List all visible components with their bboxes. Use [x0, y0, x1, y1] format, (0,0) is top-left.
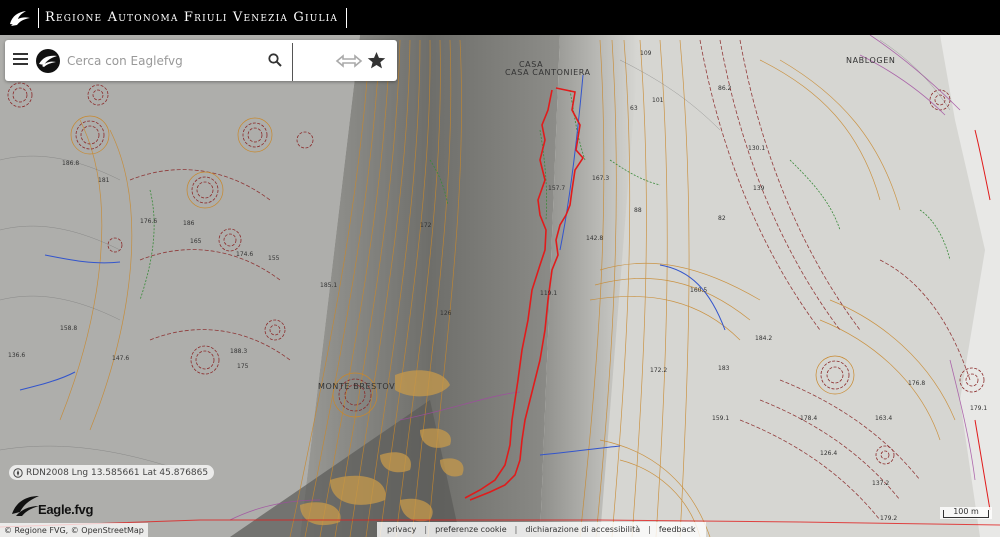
spot-height-label: 188.3	[230, 348, 247, 355]
spot-height-label: 126	[440, 310, 452, 317]
spot-height-label: 163.4	[875, 415, 892, 422]
region-eagle-logo-icon	[10, 10, 30, 26]
swap-arrows-icon[interactable]	[335, 53, 363, 69]
search-divider	[292, 43, 293, 81]
brand-name: Eagle.fvg	[38, 502, 94, 517]
footer-pipe: |	[424, 525, 428, 534]
hamburger-menu-icon[interactable]	[13, 53, 28, 66]
map-attribution: © Regione FVG, © OpenStreetMap	[0, 523, 148, 537]
star-icon[interactable]	[367, 51, 386, 70]
place-label-monte-brestov: MONTE BRESTOV	[318, 382, 395, 391]
spot-height-label: 172	[420, 222, 432, 229]
footer-links: privacy | preferenze cookie | dichiarazi…	[377, 522, 706, 537]
spot-height-label: 88	[634, 207, 642, 214]
spot-height-label: 109	[640, 50, 652, 57]
page-title: Regione Autonoma Friuli Venezia Giulia	[45, 10, 339, 25]
spot-height-label: 155	[268, 255, 280, 262]
coordinates-readout: RDN2008 Lng 13.585661 Lat 45.876865	[9, 465, 215, 480]
eaglefvg-logo: Eagle.fvg	[10, 490, 96, 520]
spot-height-label: 101	[652, 97, 664, 104]
spot-height-label: 63	[630, 105, 638, 112]
footer-pipe: |	[514, 525, 518, 534]
spot-height-label: 147.6	[112, 355, 129, 362]
compass-icon	[13, 467, 23, 478]
spot-height-label: 186.8	[62, 160, 79, 167]
search-icon[interactable]	[268, 53, 282, 67]
header-separator-right	[346, 7, 348, 28]
spot-height-label: 159.1	[712, 415, 729, 422]
header-bar: Regione Autonoma Friuli Venezia Giulia	[0, 0, 1000, 35]
map-canvas[interactable]: MONTE BRESTOV CASA CASA CANTONIERA NABLO…	[0, 35, 1000, 537]
feedback-link[interactable]: feedback	[659, 525, 696, 534]
spot-height-label: 176.6	[140, 218, 157, 225]
spot-height-label: 119.1	[540, 290, 557, 297]
spot-height-label: 179.1	[970, 405, 987, 412]
spot-height-label: 86.2	[718, 85, 732, 92]
scale-bar-line	[943, 510, 989, 518]
coordinates-text: RDN2008 Lng 13.585661 Lat 45.876865	[26, 467, 209, 478]
cookie-preferences-link[interactable]: preferenze cookie	[435, 525, 507, 534]
spot-height-label: 136.6	[8, 352, 25, 359]
footer-pipe: |	[648, 525, 651, 534]
spot-height-label: 139	[753, 185, 765, 192]
spot-height-label: 126.4	[820, 450, 837, 457]
spot-height-label: 186	[183, 220, 195, 227]
spot-height-label: 167.3	[592, 175, 609, 182]
accessibility-link[interactable]: dichiarazione di accessibilità	[525, 525, 640, 534]
scale-bar: 100 m	[940, 507, 992, 519]
spot-height-label: 130.1	[748, 145, 765, 152]
spot-height-label: 174.6	[236, 251, 253, 258]
spot-height-label: 181	[98, 177, 110, 184]
spot-height-label: 142.8	[586, 235, 603, 242]
header-separator	[38, 7, 39, 28]
spot-height-label: 158.8	[60, 325, 77, 332]
eagle-icon	[36, 49, 60, 73]
place-label-casa-cantoniera: CASA CANTONIERA	[505, 68, 591, 77]
spot-height-label: 165	[190, 238, 202, 245]
spot-height-label: 184.2	[755, 335, 772, 342]
spot-height-label: 172.2	[650, 367, 667, 374]
place-label-nablogen: NABLOGEN	[846, 56, 895, 65]
spot-height-label: 160.5	[690, 287, 707, 294]
spot-height-label: 137.2	[872, 480, 889, 487]
eaglefvg-wing-icon	[12, 496, 39, 516]
spot-height-label: 176.8	[908, 380, 925, 387]
search-panel	[5, 40, 397, 81]
spot-height-label: 185.1	[320, 282, 337, 289]
spot-height-label: 179.2	[880, 515, 897, 522]
privacy-link[interactable]: privacy	[387, 525, 416, 534]
spot-height-label: 157.7	[548, 185, 565, 192]
spot-height-label: 82	[718, 215, 726, 222]
spot-height-label: 178.4	[800, 415, 817, 422]
spot-height-label: 183	[718, 365, 730, 372]
spot-height-label: 175	[237, 363, 249, 370]
search-input[interactable]	[65, 50, 269, 72]
